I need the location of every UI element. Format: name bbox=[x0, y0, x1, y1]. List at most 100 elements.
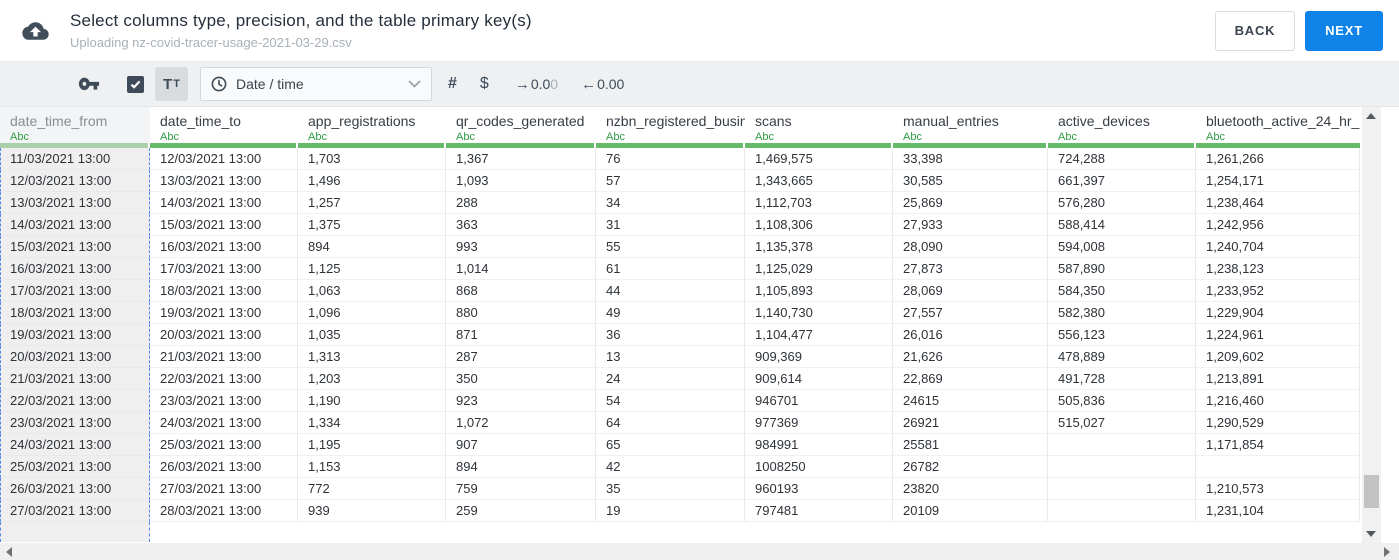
horizontal-scrollbar[interactable] bbox=[0, 543, 1399, 560]
precision-increase-control[interactable]: → 0.0 0 bbox=[515, 76, 558, 93]
table-cell: 287 bbox=[446, 346, 596, 368]
table-cell: 25,869 bbox=[893, 192, 1048, 214]
table-cell: 1,242,956 bbox=[1196, 214, 1360, 236]
back-button[interactable]: BACK bbox=[1215, 10, 1295, 51]
table-cell: 1,240,704 bbox=[1196, 236, 1360, 258]
cloud-upload-icon bbox=[22, 20, 49, 42]
table-cell: 17/03/2021 13:00 bbox=[0, 280, 150, 302]
table-cell: 13/03/2021 13:00 bbox=[0, 192, 150, 214]
table-cell: 594,008 bbox=[1048, 236, 1196, 258]
table-cell: 25/03/2021 13:00 bbox=[150, 434, 298, 456]
table-cell: 12/03/2021 13:00 bbox=[0, 170, 150, 192]
table-cell: 26921 bbox=[893, 412, 1048, 434]
table-cell: 923 bbox=[446, 390, 596, 412]
scroll-up-icon[interactable] bbox=[1366, 113, 1376, 119]
table-cell: 1,195 bbox=[298, 434, 446, 456]
table-cell: 1,231,104 bbox=[1196, 500, 1360, 522]
table-cell: 30,585 bbox=[893, 170, 1048, 192]
table-cell: 1,213,891 bbox=[1196, 368, 1360, 390]
column-type-label: Abc bbox=[10, 131, 29, 143]
precision-increase-muted-digit: 0 bbox=[550, 76, 559, 92]
table-cell: 19/03/2021 13:00 bbox=[150, 302, 298, 324]
column-header-active_devices[interactable]: active_devices Abc bbox=[1048, 107, 1196, 143]
table-cell: 25581 bbox=[893, 434, 1048, 456]
page-title: Select columns type, precision, and the … bbox=[70, 11, 532, 30]
scroll-right-icon[interactable] bbox=[1384, 547, 1390, 557]
table-cell: 1,203 bbox=[298, 368, 446, 390]
text-type-label-small: T bbox=[173, 78, 180, 90]
table-row: 15/03/2021 13:00 16/03/2021 13:00 894 993 55… bbox=[0, 236, 1360, 258]
column-header-nzbn_registered_busine[interactable]: nzbn_registered_busine Abc bbox=[596, 107, 745, 143]
column-type-label: Abc bbox=[456, 131, 475, 143]
table-cell: 1,112,703 bbox=[745, 192, 893, 214]
empty-row bbox=[0, 522, 1360, 542]
table-cell bbox=[1048, 478, 1196, 500]
wizard-actions: BACK NEXT bbox=[1215, 10, 1383, 51]
scroll-down-icon[interactable] bbox=[1366, 531, 1376, 537]
table-cell: 1,125 bbox=[298, 258, 446, 280]
table-cell: 23820 bbox=[893, 478, 1048, 500]
table-cell: 1,334 bbox=[298, 412, 446, 434]
currency-type-icon[interactable]: $ bbox=[480, 75, 489, 93]
table-cell: 909,614 bbox=[745, 368, 893, 390]
table-row: 14/03/2021 13:00 15/03/2021 13:00 1,375 363… bbox=[0, 214, 1360, 236]
table-cell: 64 bbox=[596, 412, 745, 434]
table-row: 16/03/2021 13:00 17/03/2021 13:00 1,125 1,0… bbox=[0, 258, 1360, 280]
datetime-type-dropdown[interactable]: Date / time bbox=[200, 67, 432, 101]
text-type-button[interactable]: TT bbox=[155, 67, 188, 101]
table-cell bbox=[1048, 500, 1196, 522]
table-cell: 24615 bbox=[893, 390, 1048, 412]
table-cell: 1,140,730 bbox=[745, 302, 893, 324]
column-header-scans[interactable]: scans Abc bbox=[745, 107, 893, 143]
table-cell: 259 bbox=[446, 500, 596, 522]
table-row: 22/03/2021 13:00 23/03/2021 13:00 1,190 923… bbox=[0, 390, 1360, 412]
column-header-app_registrations[interactable]: app_registrations Abc bbox=[298, 107, 446, 143]
vertical-scrollbar-thumb[interactable] bbox=[1364, 475, 1379, 508]
upload-filename-subtitle: Uploading nz-covid-tracer-usage-2021-03-… bbox=[70, 35, 352, 50]
column-header-manual_entries[interactable]: manual_entries Abc bbox=[893, 107, 1048, 143]
column-header-date_time_to[interactable]: date_time_to Abc bbox=[150, 107, 298, 143]
table-row: 23/03/2021 13:00 24/03/2021 13:00 1,334 1,0… bbox=[0, 412, 1360, 434]
column-name: bluetooth_active_24_hr_ bbox=[1206, 113, 1360, 129]
table-cell: 1,290,529 bbox=[1196, 412, 1360, 434]
primary-key-icon[interactable] bbox=[78, 77, 100, 91]
table-cell: 1,375 bbox=[298, 214, 446, 236]
column-header-bluetooth_active_24_hr_[interactable]: bluetooth_active_24_hr_ Abc bbox=[1196, 107, 1360, 143]
table-row: 24/03/2021 13:00 25/03/2021 13:00 1,195 907… bbox=[0, 434, 1360, 456]
table-cell: 44 bbox=[596, 280, 745, 302]
number-type-icon[interactable]: # bbox=[448, 75, 457, 93]
table-cell: 22/03/2021 13:00 bbox=[0, 390, 150, 412]
table-cell: 759 bbox=[446, 478, 596, 500]
column-name: manual_entries bbox=[903, 113, 999, 129]
table-cell: 76 bbox=[596, 148, 745, 170]
table-cell: 1,135,378 bbox=[745, 236, 893, 258]
next-button[interactable]: NEXT bbox=[1305, 10, 1383, 51]
table-cell: 1,171,854 bbox=[1196, 434, 1360, 456]
include-column-checkbox[interactable] bbox=[127, 75, 144, 93]
column-header-date_time_from[interactable]: date_time_from Abc bbox=[0, 107, 150, 143]
precision-decrease-control[interactable]: ← 0.00 bbox=[581, 76, 624, 93]
arrow-right-icon: → bbox=[514, 75, 530, 93]
table-cell: 1,238,464 bbox=[1196, 192, 1360, 214]
table-cell bbox=[596, 522, 745, 542]
table-cell bbox=[446, 522, 596, 542]
vertical-scrollbar[interactable] bbox=[1362, 107, 1381, 543]
table-cell: 584,350 bbox=[1048, 280, 1196, 302]
wizard-header: Select columns type, precision, and the … bbox=[0, 0, 1399, 62]
table-cell: 65 bbox=[596, 434, 745, 456]
table-cell: 1,014 bbox=[446, 258, 596, 280]
datetime-dropdown-value: Date / time bbox=[236, 76, 304, 92]
table-cell: 1,496 bbox=[298, 170, 446, 192]
table-cell: 1,063 bbox=[298, 280, 446, 302]
table-cell: 1,261,266 bbox=[1196, 148, 1360, 170]
column-header-qr_codes_generated[interactable]: qr_codes_generated Abc bbox=[446, 107, 596, 143]
table-cell: 1,104,477 bbox=[745, 324, 893, 346]
table-cell: 26782 bbox=[893, 456, 1048, 478]
table-cell: 21,626 bbox=[893, 346, 1048, 368]
table-cell: 57 bbox=[596, 170, 745, 192]
table-cell: 19 bbox=[596, 500, 745, 522]
scroll-left-icon[interactable] bbox=[6, 547, 12, 557]
table-cell: 1,229,904 bbox=[1196, 302, 1360, 324]
table-row: 11/03/2021 13:00 12/03/2021 13:00 1,703 1,3… bbox=[0, 148, 1360, 170]
table-cell: 25/03/2021 13:00 bbox=[0, 456, 150, 478]
